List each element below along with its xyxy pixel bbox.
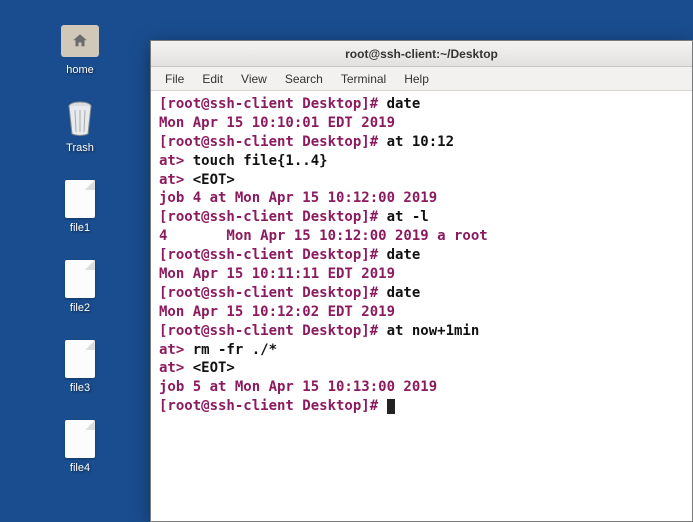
terminal-line: [root@ssh-client Desktop]# date bbox=[159, 95, 684, 114]
terminal-line: Mon Apr 15 10:12:02 EDT 2019 bbox=[159, 303, 684, 322]
file-icon bbox=[61, 420, 99, 458]
command-text: <EOT> bbox=[193, 360, 235, 376]
terminal-line: at> <EOT> bbox=[159, 171, 684, 190]
window-title: root@ssh-client:~/Desktop bbox=[345, 47, 498, 61]
command-text: rm -fr ./* bbox=[193, 342, 277, 358]
at-prompt: at> bbox=[159, 342, 193, 358]
terminal-line: Mon Apr 15 10:11:11 EDT 2019 bbox=[159, 265, 684, 284]
terminal-line: [root@ssh-client Desktop]# bbox=[159, 397, 684, 416]
at-prompt: at> bbox=[159, 153, 193, 169]
command-text: date bbox=[387, 96, 421, 112]
shell-prompt: [root@ssh-client Desktop]# bbox=[159, 398, 387, 414]
command-text: <EOT> bbox=[193, 172, 235, 188]
menu-view[interactable]: View bbox=[233, 69, 275, 89]
shell-prompt: [root@ssh-client Desktop]# bbox=[159, 247, 387, 263]
shell-prompt: [root@ssh-client Desktop]# bbox=[159, 134, 387, 150]
shell-prompt: [root@ssh-client Desktop]# bbox=[159, 285, 387, 301]
desktop-icon-label: file2 bbox=[70, 302, 90, 314]
file-icon bbox=[61, 340, 99, 378]
terminal-line: Mon Apr 15 10:10:01 EDT 2019 bbox=[159, 114, 684, 133]
desktop-icon-trash[interactable]: Trash bbox=[45, 100, 115, 154]
terminal-line: [root@ssh-client Desktop]# at 10:12 bbox=[159, 133, 684, 152]
cursor-icon bbox=[387, 399, 395, 414]
desktop-icon-file1[interactable]: file1 bbox=[45, 180, 115, 234]
terminal-line: at> rm -fr ./* bbox=[159, 341, 684, 360]
terminal-window[interactable]: root@ssh-client:~/Desktop FileEditViewSe… bbox=[150, 40, 693, 522]
desktop-icon-label: file3 bbox=[70, 382, 90, 394]
command-text: at -l bbox=[387, 209, 429, 225]
output-text: Mon Apr 15 10:12:02 EDT 2019 bbox=[159, 304, 395, 320]
terminal-line: at> <EOT> bbox=[159, 359, 684, 378]
desktop-icon-label: home bbox=[66, 64, 94, 76]
output-text: job 5 at Mon Apr 15 10:13:00 2019 bbox=[159, 379, 437, 395]
command-text: date bbox=[387, 285, 421, 301]
at-prompt: at> bbox=[159, 172, 193, 188]
menu-terminal[interactable]: Terminal bbox=[333, 69, 394, 89]
terminal-line: at> touch file{1..4} bbox=[159, 152, 684, 171]
file-icon bbox=[61, 260, 99, 298]
terminal-line: [root@ssh-client Desktop]# at now+1min bbox=[159, 322, 684, 341]
menu-file[interactable]: File bbox=[157, 69, 192, 89]
shell-prompt: [root@ssh-client Desktop]# bbox=[159, 209, 387, 225]
desktop-icon-file3[interactable]: file3 bbox=[45, 340, 115, 394]
shell-prompt: [root@ssh-client Desktop]# bbox=[159, 323, 387, 339]
desktop-icon-label: file1 bbox=[70, 222, 90, 234]
command-text: touch file{1..4} bbox=[193, 153, 328, 169]
terminal-line: job 4 at Mon Apr 15 10:12:00 2019 bbox=[159, 189, 684, 208]
terminal-line: job 5 at Mon Apr 15 10:13:00 2019 bbox=[159, 378, 684, 397]
menu-help[interactable]: Help bbox=[396, 69, 437, 89]
desktop-icon-label: file4 bbox=[70, 462, 90, 474]
trash-icon bbox=[61, 100, 99, 138]
menu-edit[interactable]: Edit bbox=[194, 69, 231, 89]
home-folder-icon bbox=[61, 22, 99, 60]
terminal-line: [root@ssh-client Desktop]# date bbox=[159, 246, 684, 265]
desktop-icon-file4[interactable]: file4 bbox=[45, 420, 115, 474]
terminal-line: [root@ssh-client Desktop]# at -l bbox=[159, 208, 684, 227]
output-text: Mon Apr 15 10:10:01 EDT 2019 bbox=[159, 115, 395, 131]
command-text: at now+1min bbox=[387, 323, 480, 339]
terminal-body[interactable]: [root@ssh-client Desktop]# dateMon Apr 1… bbox=[151, 91, 692, 521]
command-text: date bbox=[387, 247, 421, 263]
desktop-icon-file2[interactable]: file2 bbox=[45, 260, 115, 314]
file-icon bbox=[61, 180, 99, 218]
command-text: at 10:12 bbox=[387, 134, 454, 150]
window-titlebar[interactable]: root@ssh-client:~/Desktop bbox=[151, 41, 692, 67]
terminal-line: [root@ssh-client Desktop]# date bbox=[159, 284, 684, 303]
shell-prompt: [root@ssh-client Desktop]# bbox=[159, 96, 387, 112]
desktop-icon-home[interactable]: home bbox=[45, 22, 115, 76]
output-text: Mon Apr 15 10:11:11 EDT 2019 bbox=[159, 266, 395, 282]
menu-search[interactable]: Search bbox=[277, 69, 331, 89]
output-text: job 4 at Mon Apr 15 10:12:00 2019 bbox=[159, 190, 437, 206]
output-text: 4 Mon Apr 15 10:12:00 2019 a root bbox=[159, 228, 488, 244]
menubar: FileEditViewSearchTerminalHelp bbox=[151, 67, 692, 91]
terminal-line: 4 Mon Apr 15 10:12:00 2019 a root bbox=[159, 227, 684, 246]
at-prompt: at> bbox=[159, 360, 193, 376]
desktop-icon-label: Trash bbox=[66, 142, 94, 154]
